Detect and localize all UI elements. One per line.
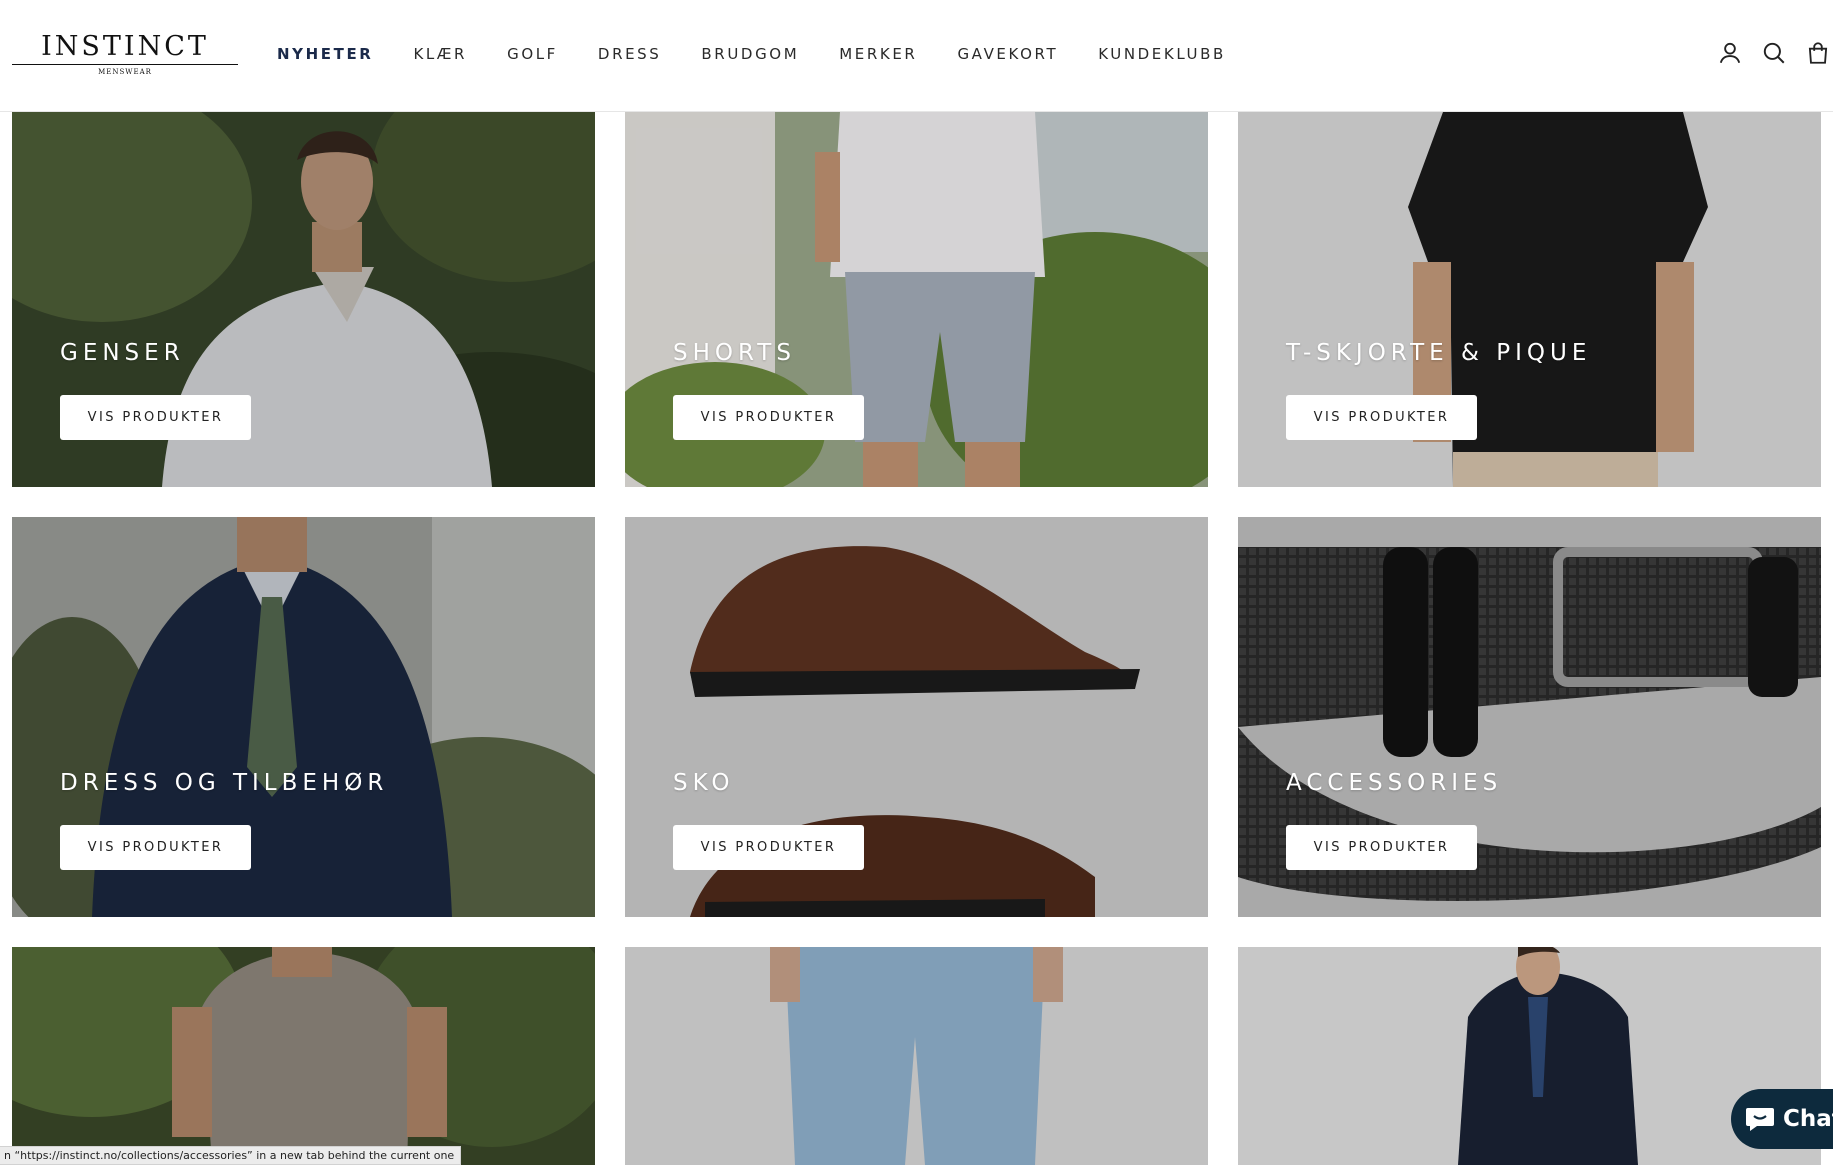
- tile-title: T-SKJORTE & PIQUE: [1286, 340, 1592, 366]
- category-tile-jeans[interactable]: [625, 947, 1208, 1165]
- main-nav: NYHETER KLÆR GOLF DRESS BRUDGOM MERKER G…: [277, 44, 1266, 66]
- category-tile-skjorter[interactable]: [12, 947, 595, 1165]
- category-tile-accessories[interactable]: ACCESSORIES VIS PRODUKTER: [1238, 517, 1821, 917]
- tile-overlay: [12, 947, 595, 1165]
- browser-status-bar: n “https://instinct.no/collections/acces…: [0, 1146, 462, 1165]
- logo-subtitle: MENSWEAR: [98, 68, 152, 76]
- category-tile-sko[interactable]: SKO VIS PRODUKTER: [625, 517, 1208, 917]
- category-tile-t-skjorte-pique[interactable]: T-SKJORTE & PIQUE VIS PRODUKTER: [1238, 112, 1821, 487]
- nav-item-kundeklubb[interactable]: KUNDEKLUBB: [1098, 44, 1226, 66]
- tile-overlay: [625, 947, 1208, 1165]
- nav-item-klaer[interactable]: KLÆR: [413, 44, 467, 66]
- account-icon[interactable]: [1717, 40, 1743, 66]
- logo[interactable]: INSTINCT MENSWEAR: [12, 32, 238, 80]
- nav-item-brudgom[interactable]: BRUDGOM: [701, 44, 799, 66]
- site-header: INSTINCT MENSWEAR NYHETER KLÆR GOLF DRES…: [0, 0, 1833, 112]
- category-tile-shorts[interactable]: SHORTS VIS PRODUKTER: [625, 112, 1208, 487]
- nav-item-merker[interactable]: MERKER: [839, 44, 917, 66]
- nav-item-golf[interactable]: GOLF: [507, 44, 558, 66]
- tile-title: ACCESSORIES: [1286, 770, 1503, 796]
- chat-button[interactable]: Chat: [1731, 1089, 1833, 1149]
- category-tile-dress-og-tilbehor[interactable]: DRESS OG TILBEHØR VIS PRODUKTER: [12, 517, 595, 917]
- nav-item-dress[interactable]: DRESS: [598, 44, 662, 66]
- tile-title: SHORTS: [673, 340, 796, 366]
- vis-produkter-button[interactable]: VIS PRODUKTER: [60, 395, 251, 440]
- chat-bubble-icon: [1746, 1108, 1774, 1131]
- header-actions: [1673, 40, 1833, 68]
- tile-title: DRESS OG TILBEHØR: [60, 770, 389, 796]
- vis-produkter-button[interactable]: VIS PRODUKTER: [1286, 825, 1477, 870]
- logo-wordmark: INSTINCT: [41, 31, 209, 62]
- search-icon[interactable]: [1761, 40, 1787, 66]
- category-tile-genser[interactable]: GENSER VIS PRODUKTER: [12, 112, 595, 487]
- logo-rule: [12, 64, 238, 65]
- nav-item-nyheter[interactable]: NYHETER: [277, 44, 373, 66]
- cart-icon[interactable]: [1805, 40, 1831, 66]
- vis-produkter-button[interactable]: VIS PRODUKTER: [60, 825, 251, 870]
- chat-label: Chat: [1783, 1106, 1833, 1132]
- vis-produkter-button[interactable]: VIS PRODUKTER: [673, 825, 864, 870]
- tile-title: GENSER: [60, 340, 185, 366]
- vis-produkter-button[interactable]: VIS PRODUKTER: [673, 395, 864, 440]
- tile-title: SKO: [673, 770, 735, 796]
- vis-produkter-button[interactable]: VIS PRODUKTER: [1286, 395, 1477, 440]
- nav-item-gavekort[interactable]: GAVEKORT: [957, 44, 1058, 66]
